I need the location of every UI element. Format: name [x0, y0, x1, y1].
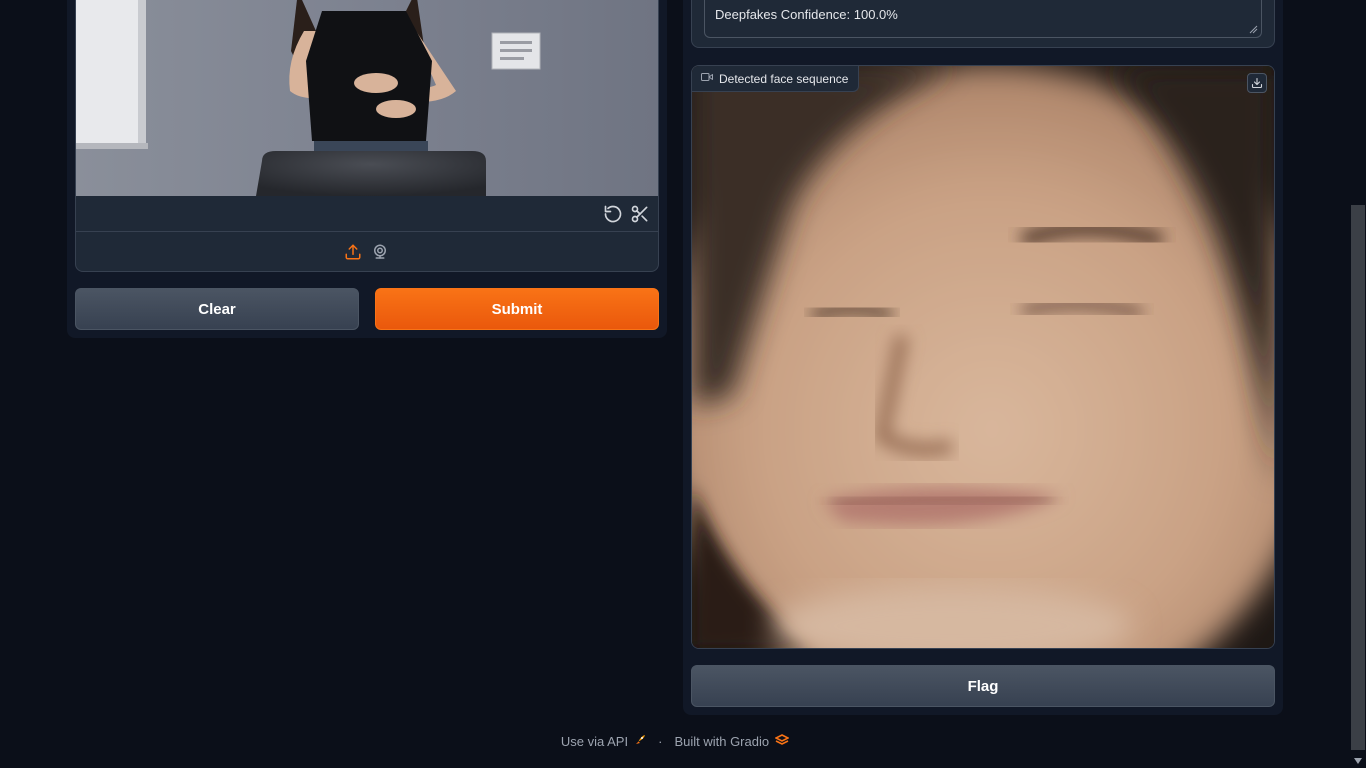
- output-video-block: Detected face sequence: [691, 65, 1275, 649]
- page-scrollbar[interactable]: [1350, 0, 1366, 768]
- scroll-down-icon[interactable]: [1354, 758, 1362, 764]
- confidence-output-field[interactable]: Deepfakes Confidence: 100.0%: [704, 0, 1262, 38]
- resize-grip-icon[interactable]: [1248, 24, 1258, 34]
- input-video-frame[interactable]: [76, 0, 658, 196]
- built-with-gradio-link[interactable]: Built with Gradio: [674, 733, 790, 749]
- upload-icon[interactable]: [342, 241, 364, 263]
- rocket-icon: [634, 734, 646, 749]
- clear-button[interactable]: Clear: [75, 288, 359, 330]
- footer: Use via API · Built with Gradio: [0, 731, 1350, 751]
- flag-button[interactable]: Flag: [691, 665, 1275, 707]
- submit-button[interactable]: Submit: [375, 288, 659, 330]
- rotate-ccw-icon[interactable]: [602, 203, 624, 225]
- built-with-gradio-text: Built with Gradio: [674, 733, 770, 749]
- use-via-api-text: Use via API: [560, 733, 629, 749]
- scrollbar-thumb[interactable]: [1351, 205, 1365, 750]
- output-textbox-block: Deepfakes Confidence: 100.0%: [691, 0, 1275, 48]
- output-video-label-text: Detected face sequence: [719, 71, 849, 86]
- video-icon: [701, 71, 713, 86]
- input-video-block: [75, 0, 659, 272]
- webcam-icon[interactable]: [369, 241, 391, 263]
- footer-separator: ·: [658, 733, 663, 749]
- input-video-image: [76, 0, 658, 196]
- confidence-output-text: Deepfakes Confidence: 100.0%: [715, 7, 898, 22]
- use-via-api-link[interactable]: Use via API: [561, 734, 646, 749]
- scissors-icon[interactable]: [629, 203, 651, 225]
- output-video-label: Detected face sequence: [692, 66, 860, 92]
- source-selector: [76, 232, 658, 271]
- detected-face-image[interactable]: [692, 66, 1275, 649]
- gradio-logo-icon: [774, 733, 790, 749]
- download-icon[interactable]: [1247, 73, 1267, 93]
- app-page: Clear Submit Deepfakes Confidence: 100.0…: [0, 0, 1366, 768]
- video-controls-bar: [76, 196, 658, 232]
